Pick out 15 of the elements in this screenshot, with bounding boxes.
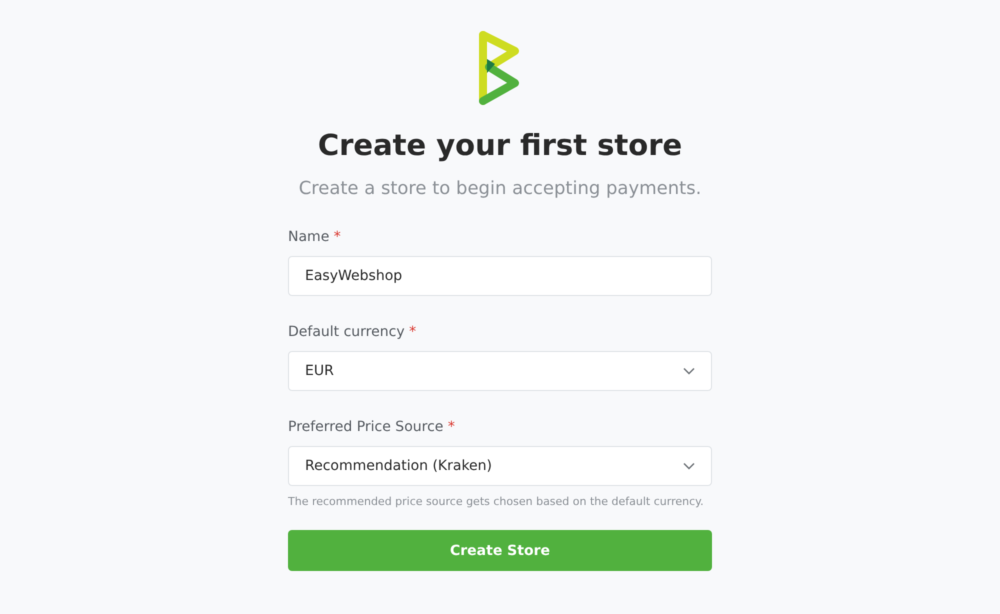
required-asterisk: *	[334, 229, 341, 245]
help-text: The recommended price source gets chosen based on the default currency.	[288, 495, 705, 508]
name-input[interactable]: EasyWebshop	[288, 256, 712, 296]
logo-icon	[479, 31, 521, 105]
field-label: Preferred Price Source	[288, 419, 444, 435]
required-asterisk: *	[409, 324, 416, 340]
page-subtitle: Create a store to begin accepting payments.	[298, 177, 702, 201]
field-label: Default currency	[288, 324, 405, 340]
chevron-down-icon	[683, 367, 695, 375]
select-field[interactable]: Recommendation (Kraken)	[288, 446, 712, 486]
field-label: Name	[288, 229, 330, 245]
page-title: Create your first store	[318, 127, 682, 163]
required-asterisk: *	[448, 419, 455, 435]
chevron-down-icon	[683, 462, 695, 470]
select-field[interactable]: EUR	[288, 351, 712, 391]
